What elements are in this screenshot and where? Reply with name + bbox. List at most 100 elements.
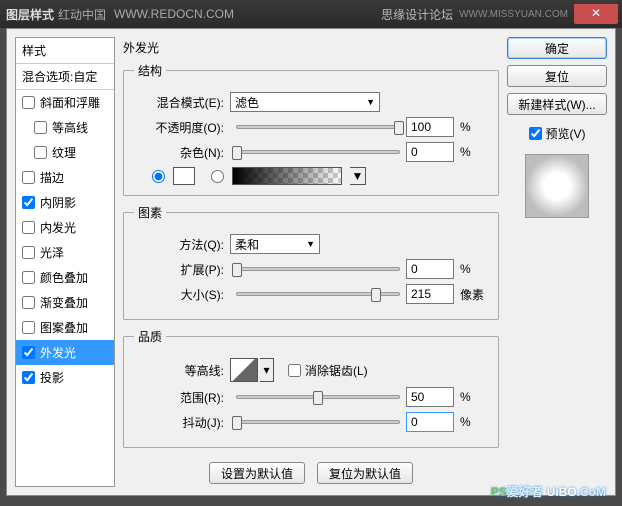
- style-label: 外发光: [40, 344, 76, 361]
- range-unit: %: [460, 390, 488, 404]
- blend-mode-label: 混合模式(E):: [134, 94, 224, 111]
- style-checkbox[interactable]: [22, 196, 35, 209]
- preview-thumbnail: [525, 154, 589, 218]
- styles-list-panel: 样式 混合选项:自定 斜面和浮雕等高线纹理描边内阴影内发光光泽颜色叠加渐变叠加图…: [15, 37, 115, 487]
- style-checkbox[interactable]: [22, 96, 35, 109]
- forum-name: 思缘设计论坛: [381, 6, 453, 23]
- opacity-input[interactable]: [406, 117, 454, 137]
- right-panel: 确定 复位 新建样式(W)... 预览(V): [507, 37, 607, 487]
- style-checkbox[interactable]: [22, 221, 35, 234]
- style-checkbox[interactable]: [22, 321, 35, 334]
- style-label: 等高线: [52, 119, 88, 136]
- antialias-label: 消除锯齿(L): [305, 362, 368, 379]
- opacity-slider[interactable]: [236, 125, 400, 129]
- make-default-button[interactable]: 设置为默认值: [209, 462, 305, 484]
- brand-text: 红动中国: [58, 6, 106, 23]
- style-label: 图案叠加: [40, 319, 88, 336]
- size-slider[interactable]: [236, 292, 400, 296]
- blend-mode-dropdown[interactable]: 滤色 ▼: [230, 92, 380, 112]
- new-style-button[interactable]: 新建样式(W)...: [507, 93, 607, 115]
- contour-picker[interactable]: [230, 358, 258, 382]
- elements-group: 图素 方法(Q): 柔和 ▼ 扩展(P): % 大小(S): 像素: [123, 204, 499, 320]
- spread-unit: %: [460, 262, 488, 276]
- style-item-8[interactable]: 渐变叠加: [16, 290, 114, 315]
- style-item-7[interactable]: 颜色叠加: [16, 265, 114, 290]
- style-item-4[interactable]: 内阴影: [16, 190, 114, 215]
- chevron-down-icon: ▼: [306, 239, 315, 249]
- brand-url: WWW.REDOCN.COM: [114, 7, 234, 21]
- jitter-input[interactable]: [406, 412, 454, 432]
- blend-options-item[interactable]: 混合选项:自定: [16, 64, 114, 90]
- forum-url: WWW.MISSYUAN.COM: [459, 9, 568, 20]
- size-input[interactable]: [406, 284, 454, 304]
- contour-dropdown-arrow[interactable]: ▾: [260, 358, 274, 382]
- style-item-9[interactable]: 图案叠加: [16, 315, 114, 340]
- gradient-radio[interactable]: [211, 170, 224, 183]
- range-label: 范围(R):: [134, 389, 224, 406]
- style-label: 颜色叠加: [40, 269, 88, 286]
- range-input[interactable]: [406, 387, 454, 407]
- blend-mode-value: 滤色: [235, 94, 259, 111]
- style-item-6[interactable]: 光泽: [16, 240, 114, 265]
- quality-legend: 品质: [134, 328, 166, 345]
- style-checkbox[interactable]: [34, 121, 47, 134]
- watermark: PS爱好者 UiBO.CoM: [491, 483, 606, 500]
- style-item-5[interactable]: 内发光: [16, 215, 114, 240]
- elements-legend: 图素: [134, 204, 166, 221]
- jitter-unit: %: [460, 415, 488, 429]
- style-checkbox[interactable]: [22, 171, 35, 184]
- window-title: 图层样式: [6, 6, 54, 23]
- main-settings-area: 外发光 结构 混合模式(E): 滤色 ▼ 不透明度(O): % 杂色(N):: [115, 37, 507, 487]
- spread-input[interactable]: [406, 259, 454, 279]
- style-item-11[interactable]: 投影: [16, 365, 114, 390]
- style-label: 内阴影: [40, 194, 76, 211]
- opacity-unit: %: [460, 120, 488, 134]
- gradient-dropdown-arrow[interactable]: ▼: [350, 167, 366, 185]
- quality-group: 品质 等高线: ▾ 消除锯齿(L) 范围(R): % 抖动(J): %: [123, 328, 499, 448]
- style-label: 渐变叠加: [40, 294, 88, 311]
- noise-slider[interactable]: [236, 150, 400, 154]
- antialias-checkbox[interactable]: [288, 364, 301, 377]
- method-dropdown[interactable]: 柔和 ▼: [230, 234, 320, 254]
- style-checkbox[interactable]: [22, 371, 35, 384]
- style-checkbox[interactable]: [22, 296, 35, 309]
- jitter-slider[interactable]: [236, 420, 400, 424]
- style-item-10[interactable]: 外发光: [16, 340, 114, 365]
- style-label: 斜面和浮雕: [40, 94, 100, 111]
- noise-input[interactable]: [406, 142, 454, 162]
- opacity-label: 不透明度(O):: [134, 119, 224, 136]
- style-label: 纹理: [52, 144, 76, 161]
- method-label: 方法(Q):: [134, 236, 224, 253]
- size-label: 大小(S):: [134, 286, 224, 303]
- close-button[interactable]: ✕: [574, 4, 618, 24]
- style-item-1[interactable]: 等高线: [16, 115, 114, 140]
- structure-legend: 结构: [134, 62, 166, 79]
- style-item-2[interactable]: 纹理: [16, 140, 114, 165]
- spread-slider[interactable]: [236, 267, 400, 271]
- preview-label: 预览(V): [546, 125, 586, 142]
- style-checkbox[interactable]: [22, 246, 35, 259]
- style-checkbox[interactable]: [22, 346, 35, 359]
- ok-button[interactable]: 确定: [507, 37, 607, 59]
- style-checkbox[interactable]: [34, 146, 47, 159]
- titlebar: 图层样式 红动中国 WWW.REDOCN.COM 思缘设计论坛 WWW.MISS…: [0, 0, 622, 28]
- chevron-down-icon: ▼: [366, 97, 375, 107]
- structure-group: 结构 混合模式(E): 滤色 ▼ 不透明度(O): % 杂色(N): %: [123, 62, 499, 196]
- jitter-label: 抖动(J):: [134, 414, 224, 431]
- method-value: 柔和: [235, 236, 259, 253]
- glow-gradient-swatch[interactable]: [232, 167, 342, 185]
- style-item-3[interactable]: 描边: [16, 165, 114, 190]
- preview-checkbox[interactable]: [529, 127, 542, 140]
- range-slider[interactable]: [236, 395, 400, 399]
- styles-header[interactable]: 样式: [16, 38, 114, 64]
- style-label: 投影: [40, 369, 64, 386]
- size-unit: 像素: [460, 286, 488, 303]
- reset-default-button[interactable]: 复位为默认值: [317, 462, 413, 484]
- contour-label: 等高线:: [134, 362, 224, 379]
- cancel-button[interactable]: 复位: [507, 65, 607, 87]
- color-radio[interactable]: [152, 170, 165, 183]
- glow-color-swatch[interactable]: [173, 167, 195, 185]
- style-checkbox[interactable]: [22, 271, 35, 284]
- style-item-0[interactable]: 斜面和浮雕: [16, 90, 114, 115]
- section-title: 外发光: [123, 37, 499, 62]
